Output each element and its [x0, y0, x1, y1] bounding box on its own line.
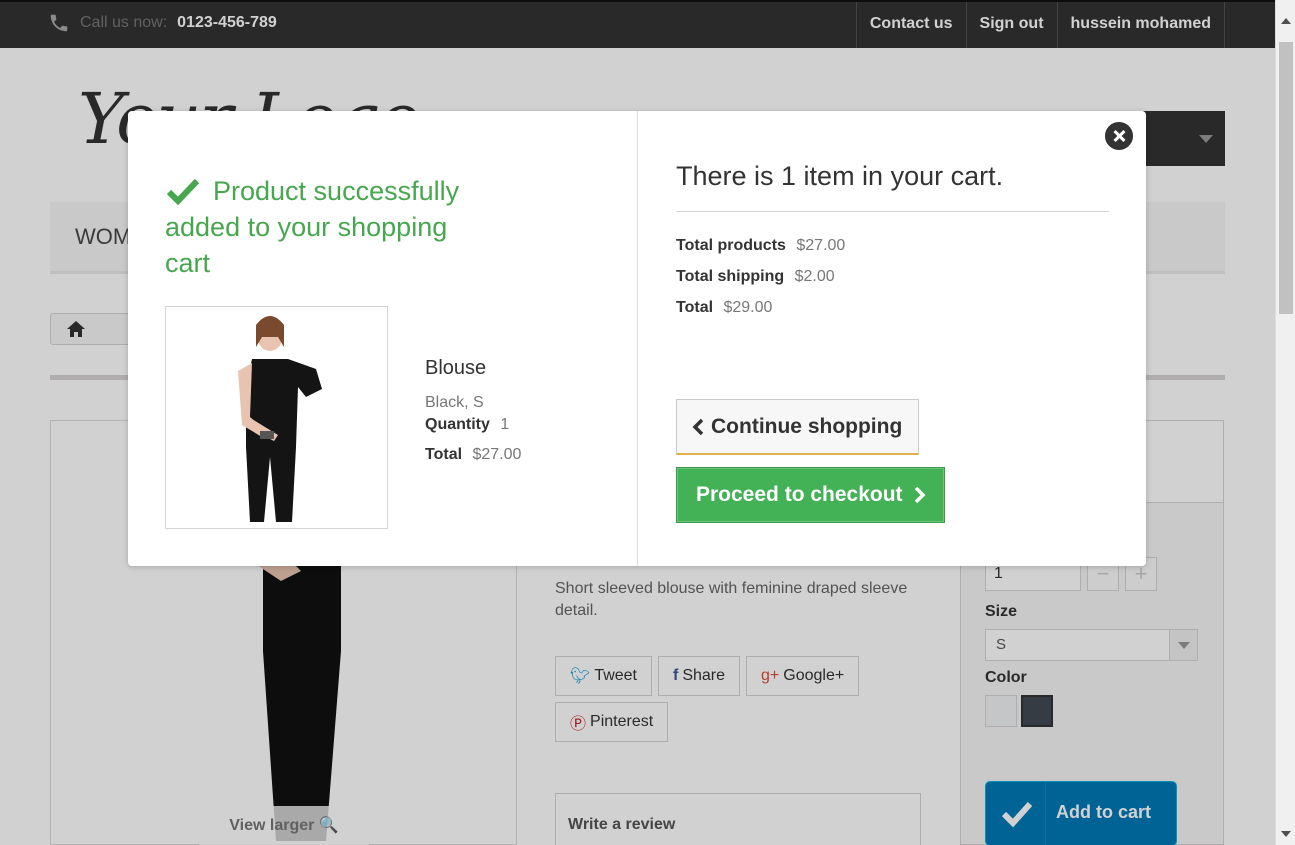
continue-shopping-label: Continue shopping: [711, 414, 903, 438]
continue-shopping-button[interactable]: Continue shopping: [676, 399, 919, 455]
scroll-up-icon[interactable]: [1281, 18, 1291, 24]
chevron-left-icon: [692, 418, 704, 435]
total-shipping-label: Total shipping: [676, 268, 785, 285]
proceed-to-checkout-label: Proceed to checkout: [696, 483, 903, 506]
product-attributes: Black, S: [425, 394, 484, 411]
product-thumbnail: [165, 306, 388, 529]
summary-total-products: Total products $27.00: [676, 237, 845, 255]
quantity-value: 1: [500, 416, 510, 433]
product-quantity: Quantity 1: [425, 416, 509, 434]
product-total-value: $27.00: [472, 446, 522, 463]
cart-count-text: There is 1 item in your cart.: [676, 161, 1004, 191]
proceed-to-checkout-button[interactable]: Proceed to checkout: [676, 467, 945, 523]
success-text: Product successfully added to your shopp…: [165, 176, 460, 278]
total-value: $29.00: [723, 299, 773, 316]
total-products-label: Total products: [676, 237, 786, 254]
quantity-label: Quantity: [425, 416, 490, 433]
total-label: Total: [676, 299, 714, 316]
modal-product-panel: Product successfully added to your shopp…: [128, 111, 638, 566]
chevron-right-icon: [914, 486, 926, 504]
total-shipping-value: $2.00: [794, 268, 835, 285]
scroll-thumb[interactable]: [1279, 42, 1293, 314]
summary-total-shipping: Total shipping $2.00: [676, 268, 835, 286]
product-total-label: Total: [425, 446, 463, 463]
page-scrollbar[interactable]: [1275, 0, 1295, 845]
product-name: Blouse: [425, 357, 487, 379]
cart-modal: Product successfully added to your shopp…: [128, 111, 1146, 566]
divider: [676, 211, 1109, 212]
scroll-down-icon[interactable]: [1281, 831, 1291, 837]
product-total: Total $27.00: [425, 446, 521, 464]
close-icon[interactable]: [1105, 122, 1133, 150]
success-title: Product successfully added to your shopp…: [165, 173, 485, 281]
total-products-value: $27.00: [796, 237, 846, 254]
product-photo: [238, 316, 322, 522]
summary-total: Total $29.00: [676, 299, 772, 317]
